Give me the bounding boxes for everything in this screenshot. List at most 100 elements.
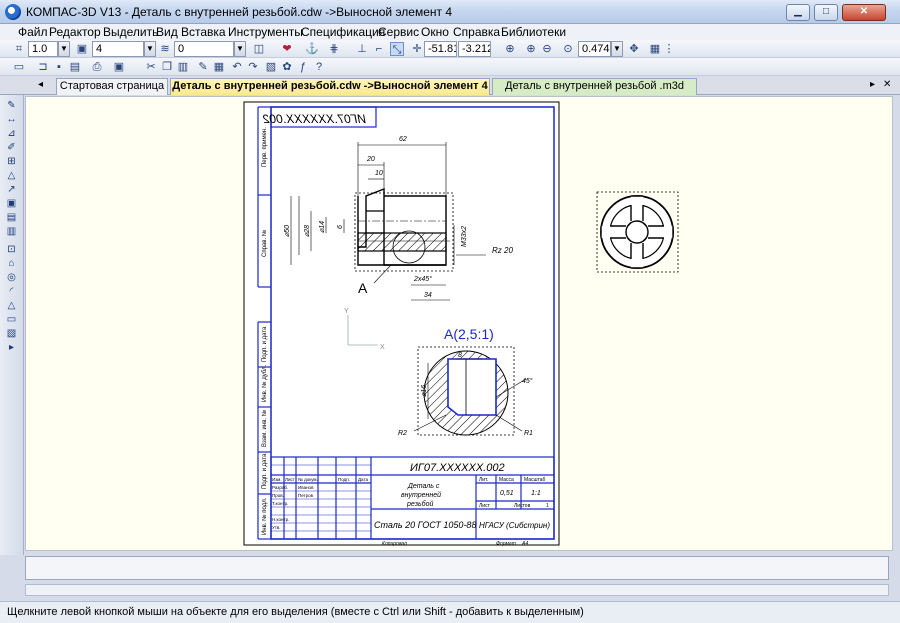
tab-start-page[interactable]: Стартовая страница <box>56 78 168 95</box>
zoom-window-icon[interactable]: ⊕ <box>503 42 517 56</box>
layer-icon[interactable]: ≋ <box>158 42 172 56</box>
step-field[interactable]: 1.0 <box>28 41 58 57</box>
round-icon[interactable]: ⤡ <box>390 42 404 56</box>
spec-icon[interactable]: ▤ <box>5 211 18 224</box>
tabs-scroll-right-icon[interactable]: ▸ <box>870 79 875 90</box>
compact-panel: ✎ ↔ ⊿ ✐ ⊞ △ ↗ ▣ ▤ ▥ ⊡ ⌂ ◎ ◜ △ ▭ ▧ ▸ <box>0 95 24 555</box>
close-button[interactable]: ✕ <box>842 4 886 21</box>
open-icon[interactable]: ⊐ <box>36 60 50 74</box>
zoom-in-icon[interactable]: ⊕ <box>524 42 538 56</box>
color-icon[interactable]: ❤ <box>280 42 294 56</box>
side-label-5: Подп. и дата <box>262 453 268 489</box>
zoom-out-icon[interactable]: ⊖ <box>540 42 554 56</box>
show-all-icon[interactable]: ▦ <box>648 42 662 56</box>
zoom-scale-icon[interactable]: ⊙ <box>561 42 575 56</box>
parametrization-icon[interactable]: ⊞ <box>5 155 18 168</box>
layer-field[interactable]: 0 <box>174 41 234 57</box>
toolbar-options-icon[interactable]: ⋮ <box>662 42 676 56</box>
minimize-button[interactable]: ▁ <box>786 4 810 21</box>
scale-value: 1:1 <box>531 490 541 497</box>
properties-icon[interactable]: ▣ <box>112 60 126 74</box>
style-icon[interactable]: ▣ <box>75 42 89 56</box>
library-manager-icon[interactable]: ▦ <box>212 60 226 74</box>
new-document-icon[interactable]: ▭ <box>12 60 26 74</box>
select-icon[interactable]: ↗ <box>5 183 18 196</box>
row-label-doc: № докум. <box>298 477 318 482</box>
menu-view[interactable]: Вид <box>156 25 178 39</box>
symbol-icon[interactable]: ⌂ <box>5 257 18 270</box>
zoom-field[interactable]: 0.474 <box>578 41 611 57</box>
tab-model[interactable]: Деталь с внутренней резьбой .m3d <box>492 78 697 95</box>
reports-icon[interactable]: ▥ <box>5 225 18 238</box>
dim-20: 20 <box>366 156 375 163</box>
edit-icon[interactable]: ✐ <box>5 141 18 154</box>
geometry-icon[interactable]: ✎ <box>5 99 18 112</box>
triangle-icon[interactable]: △ <box>5 299 18 312</box>
layer-dropdown-icon[interactable]: ▼ <box>234 41 246 57</box>
ortho-icon[interactable]: ⌐ <box>372 42 386 56</box>
local-cs-icon[interactable]: ⊥ <box>355 42 369 56</box>
style-dropdown-icon[interactable]: ▼ <box>144 41 156 57</box>
tab-drawing[interactable]: Деталь с внутренней резьбой.cdw ->Выносн… <box>170 78 490 95</box>
part-name-line2: внутренней <box>401 491 441 499</box>
designations-icon[interactable]: ⊿ <box>5 127 18 140</box>
measure-icon[interactable]: △ <box>5 169 18 182</box>
menu-file[interactable]: Файл <box>18 25 48 39</box>
row-label-izm: Изм. <box>272 477 282 482</box>
row-label-date: Дата <box>358 477 368 482</box>
coord-x-field[interactable]: -51.81 <box>424 41 457 57</box>
dimensions-icon[interactable]: ↔ <box>5 113 18 126</box>
menu-specification[interactable]: Спецификация <box>301 25 385 39</box>
redo-icon[interactable]: ↷ <box>246 60 260 74</box>
menu-select[interactable]: Выделить <box>103 25 158 39</box>
zoom-dropdown-icon[interactable]: ▼ <box>611 41 623 57</box>
more-tools-icon[interactable]: ▸ <box>5 341 18 354</box>
menu-window[interactable]: Окно <box>421 25 449 39</box>
print-preview-icon[interactable]: ▤ <box>68 60 82 74</box>
dim-45: 45° <box>522 377 533 385</box>
maximize-button[interactable]: □ <box>814 4 838 21</box>
part-name-line3: резьбой <box>406 500 433 508</box>
coord-y-field[interactable]: -3.212 <box>458 41 491 57</box>
menu-tools[interactable]: Инструменты <box>228 25 303 39</box>
menu-service[interactable]: Сервис <box>378 25 419 39</box>
save-icon[interactable]: ▪ <box>52 60 66 74</box>
variables-icon[interactable]: ✿ <box>280 60 294 74</box>
format-painter-icon[interactable]: ✎ <box>196 60 210 74</box>
pan-icon[interactable]: ✥ <box>627 42 641 56</box>
hatch-icon[interactable]: ▧ <box>5 327 18 340</box>
paste-icon[interactable]: ▥ <box>176 60 190 74</box>
arc-icon[interactable]: ◜ <box>5 285 18 298</box>
manager-icon[interactable]: ▧ <box>264 60 278 74</box>
tabs-scroll-left-icon[interactable]: ◂ <box>38 79 43 90</box>
view-label-a: А <box>358 280 368 296</box>
grid-icon[interactable]: ⋕ <box>327 42 341 56</box>
document-tabs: ◂ Стартовая страница Деталь с внутренней… <box>0 77 900 95</box>
frame-icon[interactable]: ▭ <box>5 313 18 326</box>
step-icon[interactable]: ⌗ <box>12 42 26 56</box>
circle-icon[interactable]: ◎ <box>5 271 18 284</box>
layer-props-icon[interactable]: ◫ <box>252 42 266 56</box>
menu-editor[interactable]: Редактор <box>49 25 101 39</box>
undo-icon[interactable]: ↶ <box>230 60 244 74</box>
cut-icon[interactable]: ✂ <box>144 60 158 74</box>
step-dropdown-icon[interactable]: ▼ <box>58 41 70 57</box>
menu-libraries[interactable]: Библиотеки <box>501 25 566 39</box>
properties-panel[interactable] <box>25 556 889 580</box>
row-name-ncontr: Н.контр. <box>272 517 289 522</box>
horizontal-scrollbar[interactable] <box>25 584 889 596</box>
snap-icon[interactable]: ⚓ <box>305 42 319 56</box>
style-field[interactable]: 4 <box>92 41 144 57</box>
dim-10: 10 <box>375 170 383 177</box>
associative-views-icon[interactable]: ▣ <box>5 197 18 210</box>
copy-icon[interactable]: ❐ <box>160 60 174 74</box>
menu-help[interactable]: Справка <box>453 25 500 39</box>
help-icon[interactable]: ? <box>312 60 326 74</box>
print-icon[interactable]: ⎙ <box>90 60 104 74</box>
function-icon[interactable]: ƒ <box>296 60 310 74</box>
menu-insert[interactable]: Вставка <box>181 25 226 39</box>
drawing-workspace[interactable]: Перв. примен. Справ. № Подп. и дата Инв.… <box>25 96 893 551</box>
tabs-close-icon[interactable]: ✕ <box>883 79 891 90</box>
insert-icon[interactable]: ⊡ <box>5 243 18 256</box>
row-name-checker: Пров. <box>272 493 284 498</box>
